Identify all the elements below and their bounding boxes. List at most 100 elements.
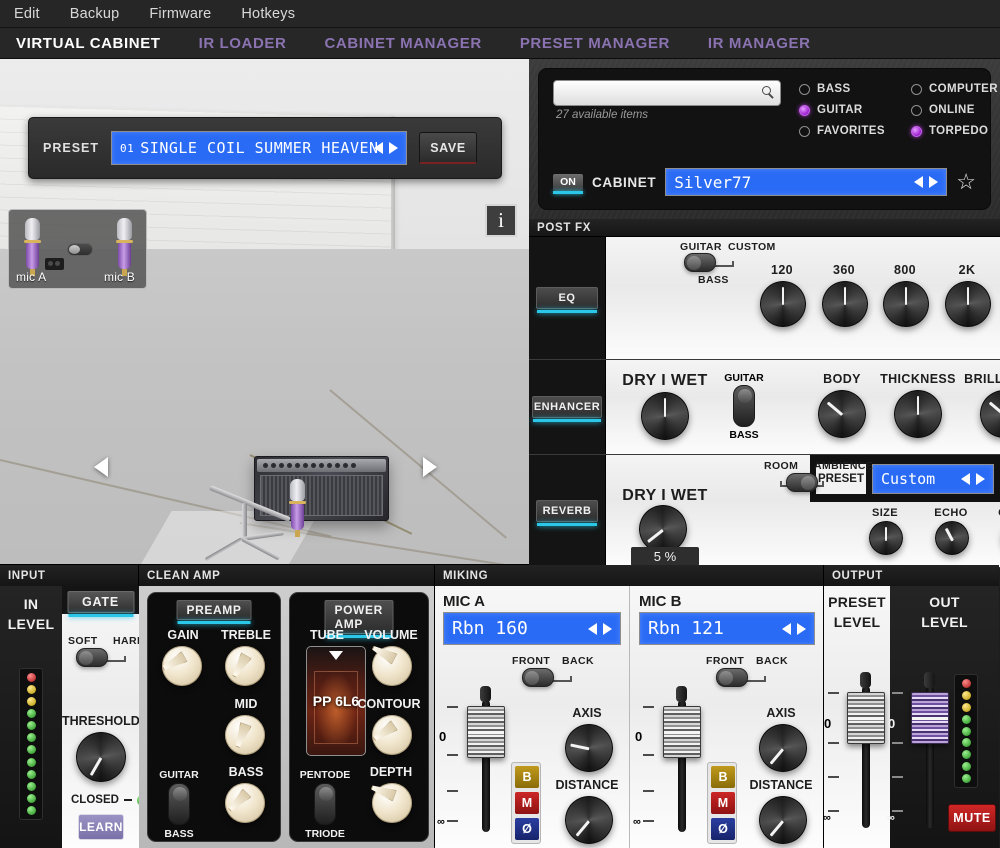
mic-a-phase-button[interactable]: Ø (515, 818, 539, 840)
preamp-voicing-switch-cap[interactable] (168, 783, 190, 825)
cabinet-prev-arrow[interactable] (914, 176, 924, 188)
fader-cap[interactable] (847, 692, 885, 744)
mic-stand[interactable] (200, 477, 300, 562)
mic-a-figure[interactable] (21, 218, 43, 276)
eq-knob-800[interactable] (883, 281, 929, 327)
enhancer-enable-button[interactable]: ENHANCER (532, 396, 602, 422)
reverb-enable-button[interactable]: REVERB (536, 500, 598, 526)
reverb-mode-switch-cap[interactable] (786, 473, 818, 492)
mic-a-position-switch-cap[interactable] (522, 668, 554, 687)
filter-torpedo[interactable]: TORPEDO (910, 125, 998, 137)
mute-button[interactable]: MUTE (948, 804, 996, 832)
mic-b-next-arrow[interactable] (797, 622, 806, 635)
favorite-star-icon[interactable]: ☆ (956, 171, 976, 193)
mic-b-prev-arrow[interactable] (782, 622, 791, 635)
tab-preset-manager[interactable]: PRESET MANAGER (520, 35, 670, 52)
mic-b-level-fader[interactable] (656, 686, 702, 832)
bass-knob[interactable] (225, 783, 265, 823)
reverb-size-knob[interactable] (869, 521, 903, 555)
threshold-knob[interactable] (76, 732, 126, 782)
fader-cap[interactable] (467, 706, 505, 758)
mic-b-position-switch-cap[interactable] (716, 668, 748, 687)
enhancer-mode-switch[interactable]: GUITAR BASS (724, 372, 763, 441)
cabinet-display[interactable]: Silver77 (665, 168, 948, 196)
mic-a-axis-knob[interactable] (565, 724, 613, 772)
fader-cap[interactable] (663, 706, 701, 758)
preamp-voicing-switch[interactable]: GUITAR BASS (159, 769, 198, 840)
mic-a-mute-button[interactable]: M (515, 792, 539, 814)
menu-item-hotkeys[interactable]: Hotkeys (241, 6, 295, 22)
learn-button[interactable]: LEARN (78, 814, 124, 840)
chevron-down-icon[interactable] (329, 651, 343, 660)
reverb-preset-display[interactable]: Custom (872, 463, 994, 494)
power-amp-mode-switch-cap[interactable] (314, 783, 336, 825)
filter-online[interactable]: ONLINE (910, 104, 998, 116)
preset-level-fader[interactable] (840, 672, 886, 828)
enhancer-drywet-knob[interactable] (641, 392, 689, 440)
mic-b-bypass-button[interactable]: B (711, 766, 735, 788)
search-box[interactable] (553, 80, 781, 106)
mic-b-phase-button[interactable]: Ø (711, 818, 735, 840)
search-input[interactable] (554, 81, 750, 105)
mic-a-next-arrow[interactable] (603, 622, 612, 635)
mic-a-model-display[interactable]: Rbn 160 (443, 612, 621, 645)
mic-selector-panel[interactable]: mic A mic B (8, 209, 147, 289)
placed-microphone[interactable] (286, 479, 308, 537)
mic-a-distance-knob[interactable] (565, 796, 613, 844)
treble-knob[interactable] (225, 646, 265, 686)
enhancer-brilliance-knob[interactable] (980, 390, 1000, 438)
tab-ir-manager[interactable]: IR MANAGER (708, 35, 811, 52)
preset-next-arrow[interactable] (389, 142, 399, 154)
reverb-echo-knob[interactable] (935, 521, 969, 555)
volume-knob[interactable] (372, 646, 412, 686)
depth-knob[interactable] (372, 783, 412, 823)
eq-enable-button[interactable]: EQ (536, 287, 598, 313)
mic-b-figure[interactable] (113, 218, 135, 276)
eq-mode-switch-cap[interactable] (684, 253, 716, 272)
mic-a-level-fader[interactable] (460, 686, 506, 832)
mic-b-model-display[interactable]: Rbn 121 (639, 612, 815, 645)
save-button[interactable]: SAVE (419, 132, 478, 164)
mic-b-mute-button[interactable]: M (711, 792, 735, 814)
reverb-drywet-knob[interactable] (639, 505, 687, 553)
mic-ab-toggle[interactable] (67, 243, 93, 256)
enhancer-thickness-knob[interactable] (894, 390, 942, 438)
info-button[interactable]: i (485, 204, 517, 237)
reverb-preset-next-arrow[interactable] (976, 472, 985, 485)
eq-knob-360[interactable] (822, 281, 868, 327)
menu-item-edit[interactable]: Edit (14, 6, 40, 22)
tab-virtual-cabinet[interactable]: VIRTUAL CABINET (16, 35, 161, 52)
cabinet-power-button[interactable]: ON (553, 173, 583, 194)
gate-shape-switch-cap[interactable] (76, 648, 108, 667)
cabinet-next-arrow[interactable] (929, 176, 939, 188)
out-level-fader[interactable] (904, 672, 950, 828)
preset-display[interactable]: 01 SINGLE COIL SUMMER HEAVEN (111, 131, 408, 165)
menu-item-firmware[interactable]: Firmware (149, 6, 211, 22)
tab-cabinet-manager[interactable]: CABINET MANAGER (324, 35, 481, 52)
filter-favorites[interactable]: FAVORITES (799, 125, 885, 137)
enhancer-mode-switch-cap[interactable] (733, 385, 755, 427)
mid-knob[interactable] (225, 715, 265, 755)
next-cabinet-arrow[interactable] (423, 457, 437, 477)
filter-bass[interactable]: BASS (799, 83, 885, 95)
mic-b-distance-knob[interactable] (759, 796, 807, 844)
preset-prev-arrow[interactable] (374, 142, 384, 154)
fader-cap[interactable] (911, 692, 949, 744)
reverb-preset-prev-arrow[interactable] (961, 472, 970, 485)
filter-guitar[interactable]: GUITAR (799, 104, 885, 116)
tab-ir-loader[interactable]: IR LOADER (199, 35, 287, 52)
gate-enable-button[interactable]: GATE (67, 591, 134, 617)
mic-b-axis-knob[interactable] (759, 724, 807, 772)
eq-knob-2k[interactable] (945, 281, 991, 327)
filter-computer[interactable]: COMPUTER (910, 83, 998, 95)
power-amp-mode-switch[interactable]: PENTODE TRIODE (300, 769, 351, 840)
mic-a-bypass-button[interactable]: B (515, 766, 539, 788)
menu-item-backup[interactable]: Backup (70, 6, 120, 22)
contour-knob[interactable] (372, 715, 412, 755)
prev-cabinet-arrow[interactable] (94, 457, 108, 477)
enhancer-body-knob[interactable] (818, 390, 866, 438)
gain-knob[interactable] (162, 646, 202, 686)
eq-knob-120[interactable] (760, 281, 806, 327)
cabinet-viewer[interactable]: mic A mic B i PRESET 01 SINGLE COIL SUMM… (0, 59, 529, 564)
mic-a-prev-arrow[interactable] (588, 622, 597, 635)
